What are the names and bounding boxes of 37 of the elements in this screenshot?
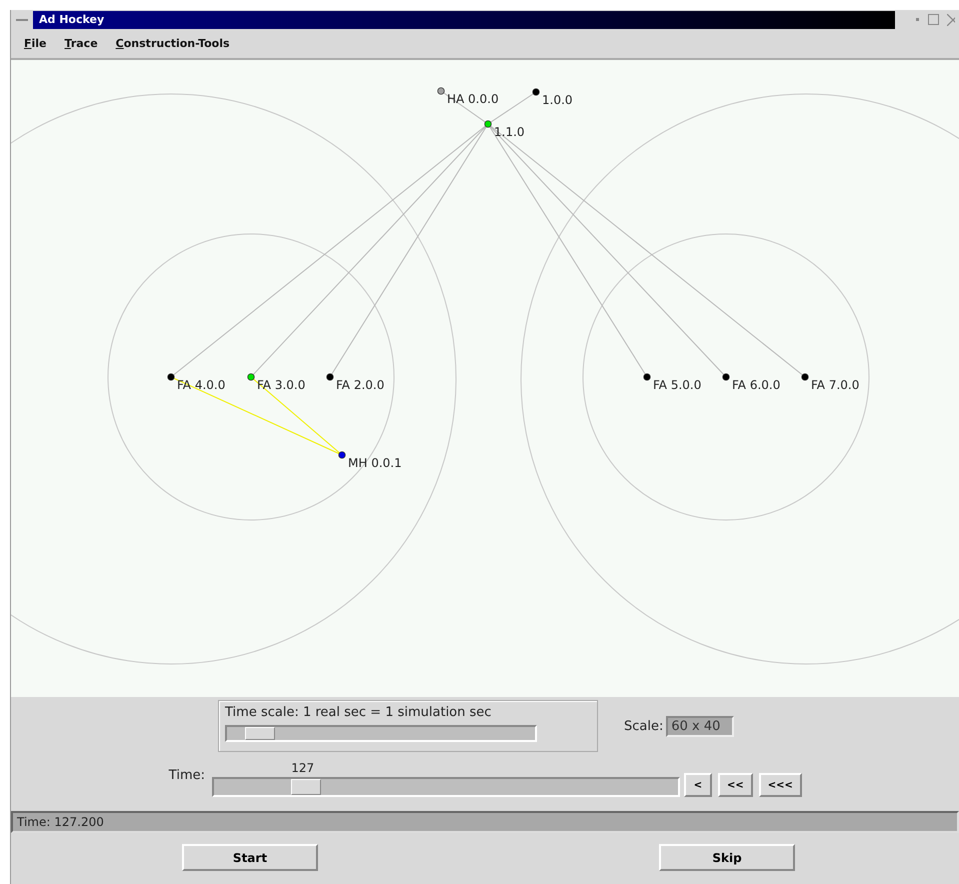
node-label: FA 6.0.0 (732, 378, 780, 392)
window-title: Ad Hockey (33, 10, 895, 28)
node-label: FA 5.0.0 (653, 378, 702, 392)
node-label: FA 7.0.0 (811, 378, 860, 392)
menu-item[interactable]: File (15, 37, 56, 50)
slider-thumb[interactable] (245, 727, 276, 740)
node-dot[interactable] (167, 373, 175, 381)
node-dot[interactable] (338, 451, 346, 459)
time-scale-slider[interactable] (225, 725, 537, 742)
time-slider[interactable] (212, 777, 680, 797)
scale-field[interactable]: 60 x 40 (666, 716, 734, 736)
step-back-button[interactable]: < (684, 773, 712, 797)
node-label: MH 0.0.1 (348, 456, 402, 470)
node-label: FA 2.0.0 (336, 378, 384, 392)
start-button[interactable]: Start (182, 844, 318, 871)
skip-button[interactable]: Skip (659, 844, 795, 871)
slider-thumb[interactable] (290, 779, 321, 795)
node-dot[interactable] (801, 373, 809, 381)
node-label: 1.1.0 (494, 125, 525, 139)
node-dot[interactable] (722, 373, 730, 381)
node-dot[interactable] (247, 373, 255, 381)
scale-label: Scale: (624, 718, 664, 734)
menu-item[interactable]: Construction-Tools (106, 37, 239, 50)
time-scale-label: Time scale: 1 real sec = 1 simulation sec (225, 705, 492, 720)
node-dot[interactable] (326, 373, 334, 381)
node-dot[interactable] (437, 87, 445, 95)
step-back-button[interactable]: <<< (758, 773, 802, 797)
node-dot[interactable] (643, 373, 651, 381)
node-dot[interactable] (484, 120, 492, 128)
time-label: Time: (168, 768, 206, 783)
node-label: 1.0.0 (542, 93, 573, 107)
node-dot[interactable] (532, 88, 540, 96)
time-reading: 127 (291, 761, 314, 775)
step-back-button[interactable]: << (718, 773, 753, 797)
status-bar: Time: 127.200 (11, 811, 959, 833)
node-label: HA 0.0.0 (447, 92, 499, 106)
menu-item[interactable]: Trace (56, 37, 107, 50)
